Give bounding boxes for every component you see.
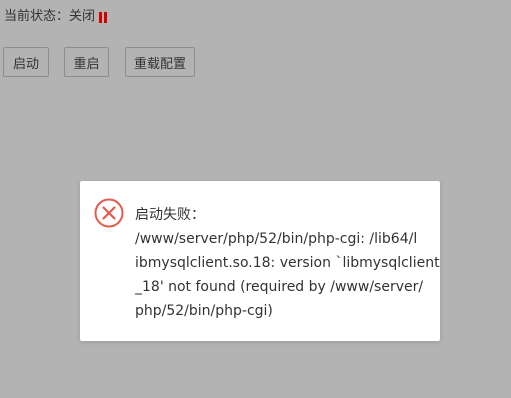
start-button[interactable]: 启动 [3, 47, 49, 77]
restart-button[interactable]: 重启 [64, 47, 109, 77]
error-message: 启动失败： /www/server/php/52/bin/php-cgi: /l… [135, 203, 440, 323]
status-label: 当前状态：关闭 [4, 9, 96, 24]
close-circle-icon [94, 198, 124, 228]
error-dialog: 启动失败： /www/server/php/52/bin/php-cgi: /l… [80, 181, 440, 341]
error-line: _18' not found (required by /www/server/ [135, 279, 424, 295]
error-line: php/52/bin/php-cgi) [135, 303, 273, 319]
error-line: ibmysqlclient.so.18: version `libmysqlcl… [135, 255, 440, 271]
status-line: 当前状态：关闭 [4, 8, 108, 26]
pause-icon [99, 11, 108, 23]
reload-config-button[interactable]: 重载配置 [125, 47, 195, 77]
error-title: 启动失败： [135, 207, 205, 223]
button-row: 启动 重启 重载配置 [3, 47, 195, 77]
error-line: /www/server/php/52/bin/php-cgi: /lib64/l [135, 231, 418, 247]
